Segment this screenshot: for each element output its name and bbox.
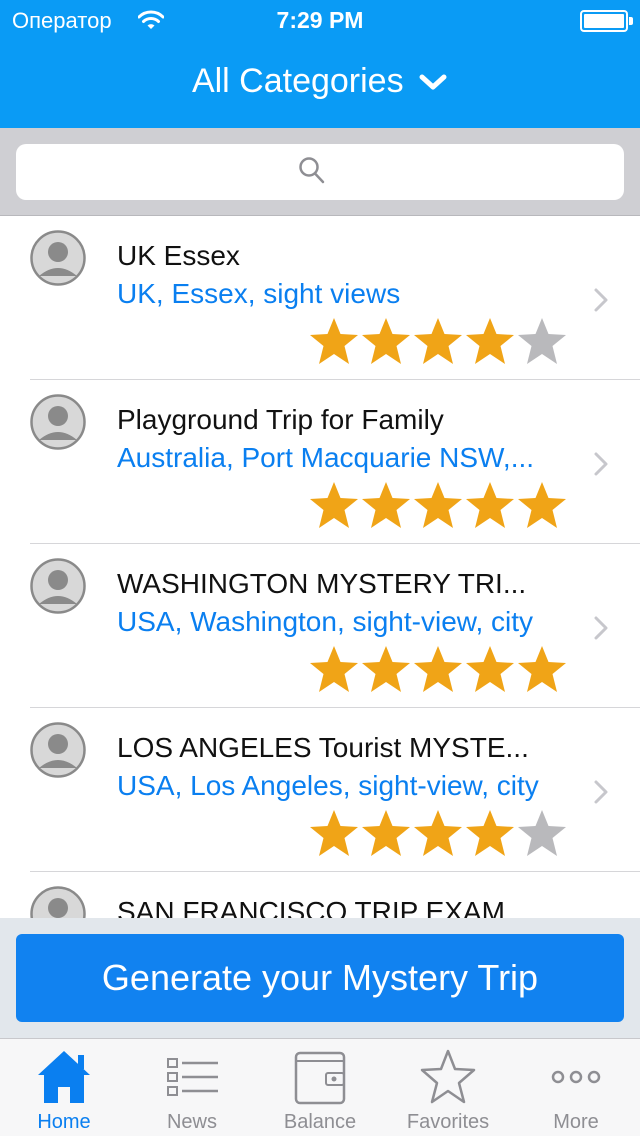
tab-label: News — [166, 1111, 217, 1133]
star-filled-icon — [414, 482, 462, 528]
star-filled-icon — [466, 646, 514, 692]
trip-title: UK Essex — [117, 240, 240, 271]
star-empty-icon — [518, 318, 566, 364]
battery-icon — [580, 10, 633, 32]
avatar-icon — [30, 722, 86, 778]
trip-row[interactable]: SAN FRANCISCO TRIP EXAM... — [0, 872, 640, 920]
wallet-icon — [294, 1051, 346, 1105]
tab-balance[interactable]: Balance — [256, 1039, 384, 1136]
chevron-down-icon — [419, 74, 447, 89]
star-icon — [420, 1049, 476, 1104]
avatar-icon — [30, 886, 86, 920]
trip-location: USA, Washington, sight-view, city — [117, 606, 534, 637]
avatar-icon — [30, 230, 86, 286]
list-icon — [167, 1058, 218, 1096]
star-rating — [308, 480, 568, 530]
tab-bar: Home News Balance Favorites More — [0, 1038, 640, 1136]
star-filled-icon — [310, 646, 358, 692]
clock: 7:29 PM — [276, 7, 364, 33]
star-filled-icon — [362, 646, 410, 692]
star-filled-icon — [362, 318, 410, 364]
star-filled-icon — [362, 482, 410, 528]
chevron-right-icon — [594, 780, 608, 804]
more-icon — [551, 1070, 601, 1084]
star-filled-icon — [414, 318, 462, 364]
trip-title: SAN FRANCISCO TRIP EXAM... — [117, 896, 529, 920]
star-filled-icon — [310, 482, 358, 528]
star-filled-icon — [310, 810, 358, 856]
tab-label: Home — [37, 1111, 91, 1133]
star-filled-icon — [466, 810, 514, 856]
trip-title: LOS ANGELES Tourist MYSTE... — [117, 732, 529, 763]
navigation-header: Оператор 7:29 PM All Categories — [0, 0, 640, 128]
trip-row[interactable]: Playground Trip for Family Australia, Po… — [0, 380, 640, 544]
tab-label: Favorites — [406, 1111, 490, 1133]
star-filled-icon — [414, 810, 462, 856]
category-title: All Categories — [191, 62, 404, 100]
trip-row[interactable]: LOS ANGELES Tourist MYSTE... USA, Los An… — [0, 708, 640, 872]
star-filled-icon — [362, 810, 410, 856]
star-filled-icon — [518, 482, 566, 528]
search-icon — [299, 157, 325, 184]
chevron-right-icon — [594, 288, 608, 312]
trip-title: Playground Trip for Family — [117, 404, 444, 435]
trip-row[interactable]: UK Essex UK, Essex, sight views — [0, 216, 640, 380]
avatar-icon — [30, 394, 86, 450]
chevron-right-icon — [594, 452, 608, 476]
trip-location: USA, Los Angeles, sight-view, city — [117, 770, 539, 801]
trip-title: WASHINGTON MYSTERY TRI... — [117, 568, 527, 599]
status-bar: Оператор 7:29 PM — [0, 0, 640, 40]
star-rating — [308, 808, 568, 858]
tab-more[interactable]: More — [512, 1039, 640, 1136]
home-icon — [38, 1051, 90, 1103]
trip-list[interactable]: UK Essex UK, Essex, sight views Playgrou… — [0, 216, 640, 920]
tab-home[interactable]: Home — [0, 1039, 128, 1136]
star-rating — [308, 316, 568, 366]
trip-row[interactable]: WASHINGTON MYSTERY TRI... USA, Washingto… — [0, 544, 640, 708]
star-filled-icon — [414, 646, 462, 692]
tab-news[interactable]: News — [128, 1039, 256, 1136]
category-selector[interactable]: All Categories — [0, 62, 640, 101]
star-filled-icon — [518, 646, 566, 692]
chevron-right-icon — [594, 616, 608, 640]
avatar-icon — [30, 558, 86, 614]
star-filled-icon — [466, 318, 514, 364]
star-filled-icon — [310, 318, 358, 364]
tab-label: More — [553, 1111, 599, 1133]
trip-location: UK, Essex, sight views — [117, 278, 401, 309]
generate-mystery-trip-button[interactable]: Generate your Mystery Trip — [16, 934, 624, 1022]
star-rating — [308, 644, 568, 694]
star-empty-icon — [518, 810, 566, 856]
trip-location: Australia, Port Macquarie NSW,... — [117, 442, 535, 473]
tab-label: Balance — [283, 1111, 357, 1133]
tab-favorites[interactable]: Favorites — [384, 1039, 512, 1136]
star-filled-icon — [466, 482, 514, 528]
